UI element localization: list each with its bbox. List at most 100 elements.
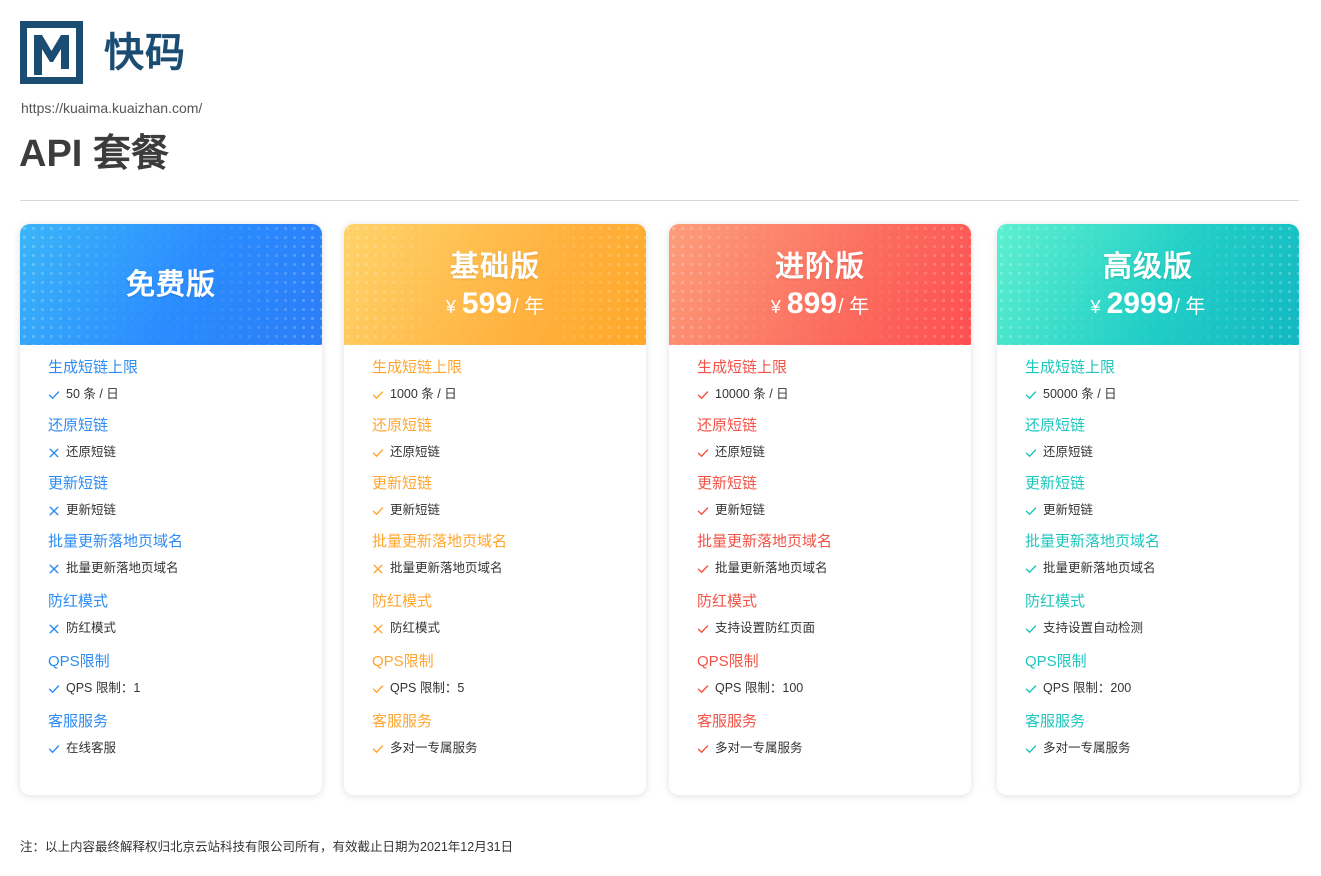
- feature-item: 还原短链 还原短链: [344, 415, 646, 461]
- feature-title: 防红模式: [372, 593, 433, 610]
- cross-icon: [49, 506, 59, 515]
- feature-value-text: QPS 限制：1: [66, 681, 141, 695]
- check-icon: [372, 390, 384, 399]
- cross-icon: [49, 624, 59, 633]
- cross-icon: [49, 564, 59, 573]
- feature-list: 生成短链上限 50 条 / 日还原短链 还原短链 更新短链 更新短链 批量更新落地页域名批…: [20, 345, 322, 757]
- plan-price: ¥599/ 年: [446, 287, 544, 324]
- brand-logo[interactable]: 快码: [20, 21, 186, 84]
- feature-title: 防红模式: [48, 593, 109, 610]
- feature-title: 还原短链: [372, 417, 433, 434]
- feature-value-text: 批量更新落地页域名: [1043, 561, 1156, 575]
- feature-item: 客服服务 多对一专属服务: [344, 711, 646, 757]
- feature-title: 更新短链: [372, 475, 433, 492]
- feature-title: 批量更新落地页域名: [372, 533, 508, 550]
- site-url[interactable]: https://kuaima.kuaizhan.com/: [21, 100, 202, 116]
- plan-name: 进阶版: [774, 251, 865, 283]
- feature-value-text: 批量更新落地页域名: [66, 561, 179, 575]
- feature-item: 防红模式支持设置防红页面: [669, 591, 971, 637]
- price-amount: 899: [786, 287, 837, 320]
- check-icon: [697, 744, 709, 753]
- plan-name: 基础版: [449, 251, 540, 283]
- feature-title: QPS限制: [1025, 653, 1087, 670]
- feature-title: 客服服务: [1025, 713, 1086, 730]
- feature-value-text: 在线客服: [66, 741, 117, 755]
- feature-value-text: 还原短链: [1043, 445, 1094, 459]
- feature-item: 还原短链 还原短链: [669, 415, 971, 461]
- plan-name: 免费版: [125, 268, 216, 301]
- plan-header: 高级版 ¥2999/ 年: [997, 224, 1299, 345]
- feature-item: 防红模式 防红模式: [20, 591, 322, 637]
- feature-item: 客服服务多对一专属服务: [997, 711, 1299, 757]
- check-icon: [697, 448, 709, 457]
- feature-value-text: 防红模式: [390, 621, 441, 635]
- feature-title: 更新短链: [1025, 475, 1086, 492]
- check-icon: [1025, 506, 1037, 515]
- feature-value: 更新短链: [697, 502, 971, 519]
- plan-price: ¥899/ 年: [771, 287, 869, 324]
- feature-list: 生成短链上限 1000 条 / 日还原短链 还原短链 更新短链 更新短链 批量更新落地页域…: [344, 345, 646, 757]
- plan-card-basic[interactable]: 基础版 ¥599/ 年生成短链上限 1000 条 / 日还原短链 还原短链 更新短链 更新…: [344, 224, 646, 795]
- feature-item: 批量更新落地页域名 批量更新落地页域名: [344, 531, 646, 577]
- cross-icon: [49, 448, 59, 457]
- feature-item: 生成短链上限 50 条 / 日: [20, 357, 322, 403]
- check-icon: [372, 506, 384, 515]
- feature-item: 更新短链 更新短链: [997, 473, 1299, 519]
- feature-title: 还原短链: [48, 417, 109, 434]
- feature-value-text: 更新短链: [66, 503, 117, 517]
- feature-value-text: 防红模式: [66, 621, 117, 635]
- price-unit: / 年: [837, 296, 870, 318]
- plan-card-advanced[interactable]: 进阶版 ¥899/ 年生成短链上限 10000 条 / 日还原短链 还原短链 更新短链更…: [669, 224, 971, 795]
- price-amount: 2999: [1106, 287, 1174, 320]
- feature-value-text: 更新短链: [1043, 503, 1094, 517]
- plan-card-free[interactable]: 免费版 生成短链上限 50 条 / 日还原短链 还原短链 更新短链 更新短链 批量更新落地页…: [20, 224, 322, 795]
- feature-item: 还原短链 还原短链: [997, 415, 1299, 461]
- feature-title: 客服服务: [372, 713, 433, 730]
- feature-value: 还原短链: [1025, 444, 1299, 461]
- feature-value: 支持设置防红页面: [697, 620, 971, 637]
- feature-value-text: 多对一专属服务: [1043, 741, 1131, 755]
- feature-item: 批量更新落地页域名 批量更新落地页域名: [997, 531, 1299, 577]
- feature-title: 更新短链: [697, 475, 758, 492]
- feature-title: 防红模式: [1025, 593, 1086, 610]
- feature-value-text: 50 条 / 日: [66, 387, 119, 401]
- feature-value-text: 50000 条 / 日: [1043, 387, 1117, 401]
- feature-title: 批量更新落地页域名: [48, 533, 184, 550]
- feature-value: QPS 限制：100: [697, 680, 971, 697]
- feature-value: 多对一专属服务: [1025, 740, 1299, 757]
- pricing-page: 快码 https://kuaima.kuaizhan.com/ API 套餐 免…: [0, 0, 1321, 876]
- plan-card-premium[interactable]: 高级版 ¥2999/ 年生成短链上限 50000 条 / 日还原短链 还原短链 更新短链…: [997, 224, 1299, 795]
- feature-item: 生成短链上限 10000 条 / 日: [669, 357, 971, 403]
- feature-value: 批量更新落地页域名: [697, 560, 971, 577]
- cross-icon: [373, 624, 383, 633]
- feature-value: 更新短链: [48, 502, 322, 519]
- feature-value: 还原短链: [697, 444, 971, 461]
- feature-value: 防红模式: [372, 620, 646, 637]
- feature-value-text: 更新短链: [390, 503, 441, 517]
- feature-value-text: 10000 条 / 日: [715, 387, 789, 401]
- check-icon: [697, 684, 709, 693]
- feature-item: 客服服务 在线客服: [20, 711, 322, 757]
- price-amount: 599: [461, 287, 512, 320]
- feature-title: 还原短链: [697, 417, 758, 434]
- feature-value: 防红模式: [48, 620, 322, 637]
- feature-value: QPS 限制：5: [372, 680, 646, 697]
- feature-item: 更新短链 更新短链: [20, 473, 322, 519]
- brand-name: 快码: [104, 30, 186, 75]
- feature-item: 生成短链上限 50000 条 / 日: [997, 357, 1299, 403]
- feature-title: 生成短链上限: [372, 359, 463, 376]
- check-icon: [697, 390, 709, 399]
- check-icon: [1025, 448, 1037, 457]
- feature-value: 多对一专属服务: [697, 740, 971, 757]
- feature-value-text: QPS 限制：100: [715, 681, 804, 695]
- feature-item: QPS限制 QPS 限制：100: [669, 651, 971, 697]
- feature-item: 批量更新落地页域名 批量更新落地页域名: [20, 531, 322, 577]
- plan-header: 进阶版 ¥899/ 年: [669, 224, 971, 345]
- feature-title: 批量更新落地页域名: [1025, 533, 1161, 550]
- check-icon: [697, 624, 709, 633]
- feature-title: 防红模式: [697, 593, 758, 610]
- feature-value: 批量更新落地页域名: [372, 560, 646, 577]
- feature-value-text: 支持设置自动检测: [1043, 621, 1144, 635]
- plan-header: 基础版 ¥599/ 年: [344, 224, 646, 345]
- feature-item: 更新短链 更新短链: [669, 473, 971, 519]
